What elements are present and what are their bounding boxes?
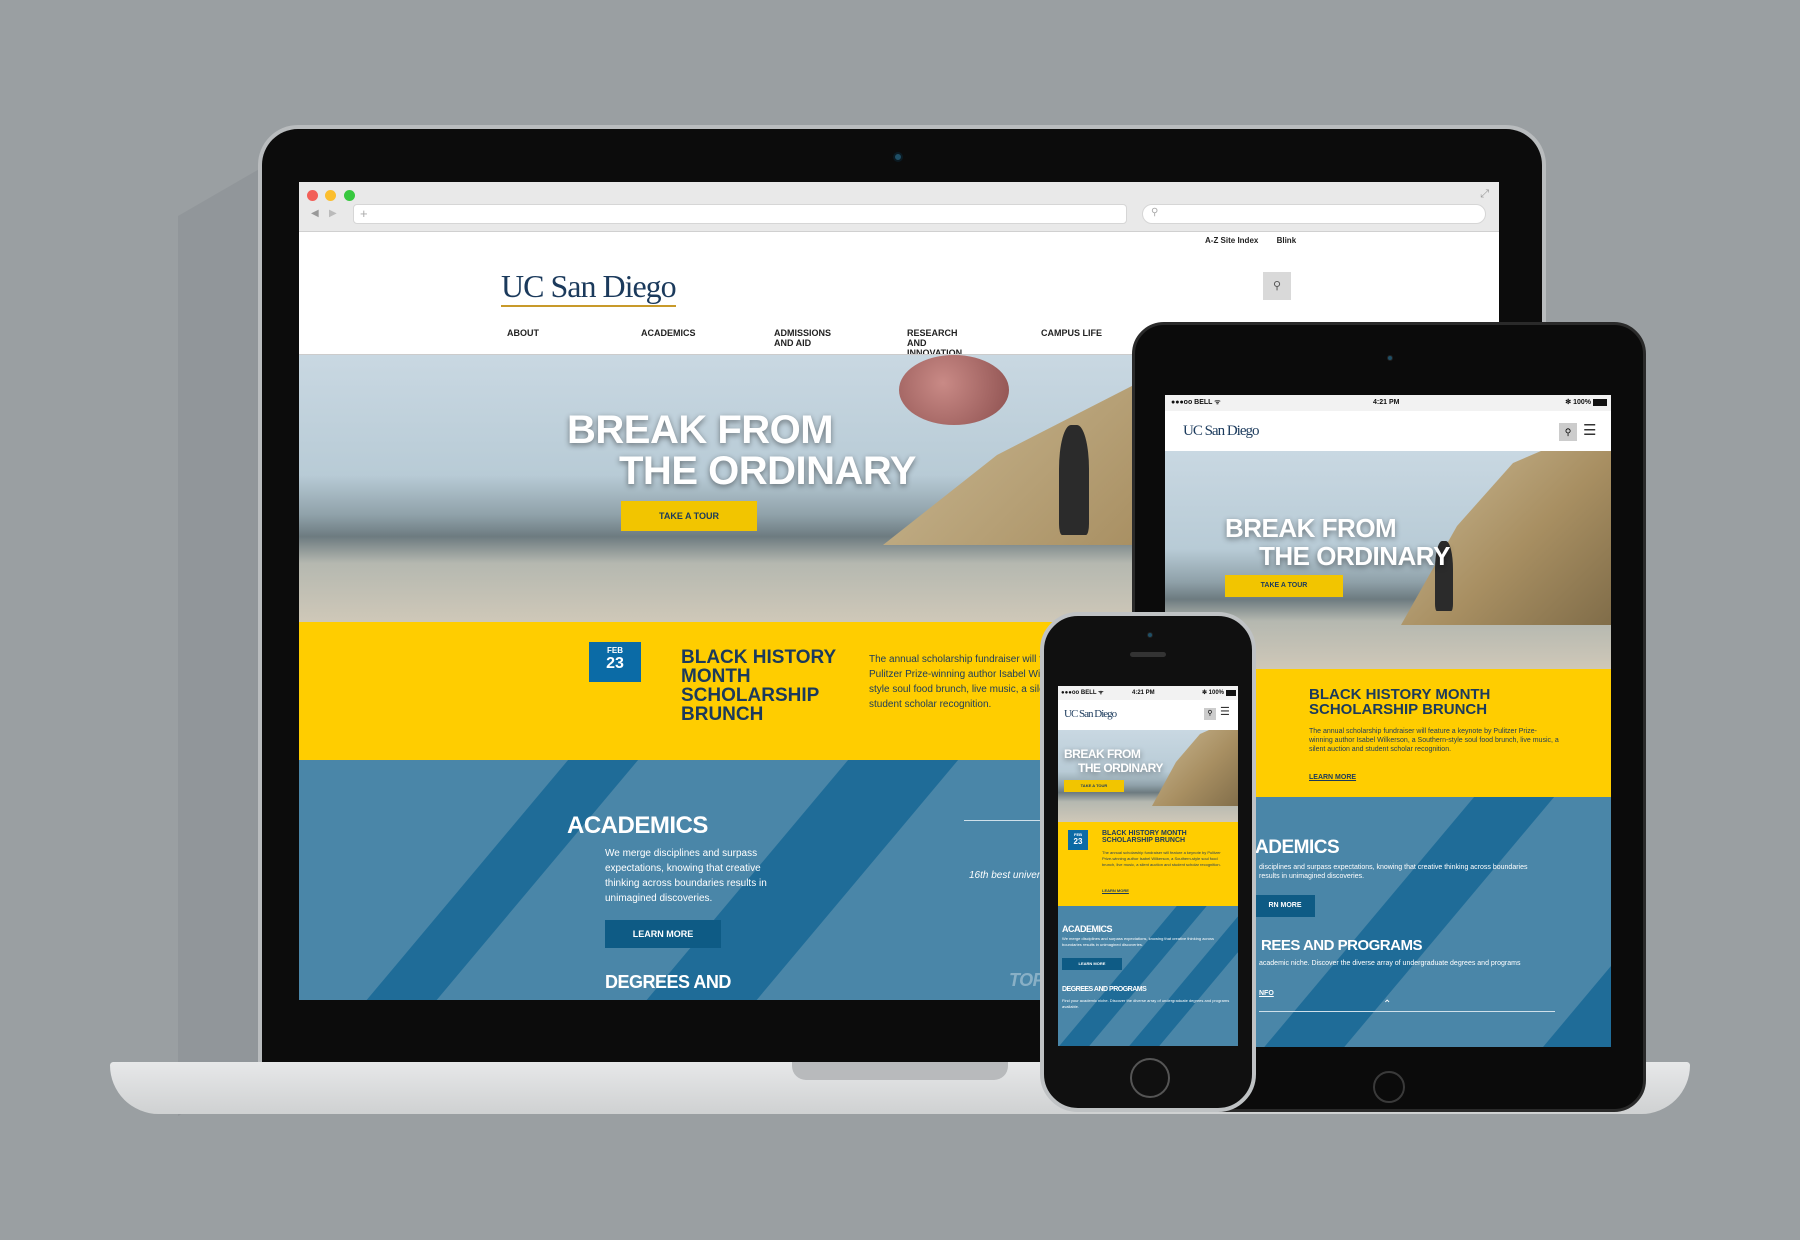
tablet-learn-more-link[interactable]: LEARN MORE [1309, 773, 1356, 782]
tablet-academics-title: ADEMICS [1255, 837, 1340, 858]
forward-arrow-icon[interactable]: ▶ [329, 208, 337, 219]
hero-headline-line1: BREAK FROM [567, 408, 834, 452]
degrees-title: DEGREES AND [605, 972, 731, 992]
phone-search-button[interactable]: ⚲ [1204, 708, 1216, 720]
phone-headline-line2: THE ORDINARY [1078, 761, 1163, 775]
menu-icon[interactable]: ☰ [1583, 421, 1596, 439]
phone-camera [1147, 632, 1153, 638]
chevron-up-icon[interactable]: ⌃ [1383, 999, 1391, 1010]
event-date-box: FEB 23 [589, 642, 641, 682]
hero-headline-line2: THE ORDINARY [619, 449, 916, 493]
decor-stripe [1247, 797, 1563, 1047]
ranking-text: 16th best univers [969, 870, 1046, 881]
tablet-event-desc: The annual scholarship fundraiser will f… [1309, 728, 1559, 753]
phone-academics-learn-more[interactable]: LEARN MORE [1062, 958, 1122, 970]
tablet-logo[interactable]: UC San Diego [1183, 423, 1259, 440]
nav-admissions[interactable]: ADMISSIONS AND AID [774, 328, 834, 348]
phone-event-title[interactable]: BLACK HISTORY MONTH SCHOLARSHIP BRUNCH [1102, 830, 1187, 844]
tablet-degrees-title: REES AND PROGRAMS [1261, 937, 1422, 954]
tablet-status-bar: ●●●oo BELL ᯤ 4:21 PM ✻ 100% [1165, 395, 1611, 411]
tablet-divider [1259, 1011, 1555, 1012]
header-search-button[interactable]: ⚲ [1263, 272, 1291, 300]
nav-about[interactable]: ABOUT [507, 328, 539, 338]
take-a-tour-button[interactable]: TAKE A TOUR [621, 501, 757, 531]
tablet-event-title[interactable]: BLACK HISTORY MONTH SCHOLARSHIP BRUNCH [1309, 687, 1490, 717]
tablet-degrees-text: academic niche. Discover the diverse arr… [1259, 960, 1521, 967]
event-month: FEB [607, 646, 623, 655]
tablet-search-button[interactable]: ⚲ [1559, 423, 1577, 441]
academics-title: ACADEMICS [567, 812, 708, 839]
phone-device: ●●●oo BELL ᯤ 4:21 PM ✻ 100% UC San Diego… [1040, 612, 1256, 1112]
phone-home-button[interactable] [1130, 1058, 1170, 1098]
laptop-camera [893, 152, 903, 162]
phone-logo[interactable]: UC San Diego [1064, 708, 1117, 720]
event-title[interactable]: BLACK HISTORY MONTH SCHOLARSHIP BRUNCH [681, 648, 836, 724]
tablet-info-link[interactable]: NFO [1259, 989, 1274, 998]
minimize-dot[interactable] [325, 190, 337, 201]
back-arrow-icon[interactable]: ◀ [311, 208, 319, 219]
search-icon: ⚲ [1207, 710, 1213, 717]
phone-hero: BREAK FROM THE ORDINARY TAKE A TOUR [1058, 730, 1238, 822]
phone-event-desc: The annual scholarship fundraiser will f… [1102, 850, 1221, 867]
decor-stripe [1501, 897, 1611, 1047]
browser-chrome: ⤢ ◀ ▶ + ⚲ [299, 182, 1499, 232]
phone-event-date-box: FEB 23 [1068, 830, 1088, 850]
battery-icon [1226, 690, 1236, 696]
phone-academics-text: We merge disciplines and surpass expecta… [1062, 936, 1215, 947]
battery-icon [1593, 399, 1607, 406]
decor-stripe [341, 760, 647, 1000]
phone-academics-section: ACADEMICS We merge disciplines and surpa… [1058, 906, 1238, 1046]
hero-runner-image [1059, 425, 1089, 535]
window-controls [307, 188, 355, 206]
phone-learn-more-link[interactable]: LEARN MORE [1102, 888, 1129, 893]
tablet-headline-line1: BREAK FROM [1225, 513, 1397, 543]
tablet-camera [1387, 355, 1393, 361]
phone-degrees-text: Find your academic niche. Discover the d… [1062, 998, 1230, 1009]
laptop-shadow [178, 164, 268, 1116]
event-description: The annual scholarship fundraiser will f… [869, 654, 1048, 710]
nav-campus-life[interactable]: CAMPUS LIFE [1041, 328, 1102, 338]
tablet-home-button[interactable] [1373, 1071, 1405, 1103]
search-icon: ⚲ [1272, 280, 1282, 292]
ranking-divider [964, 820, 1044, 821]
laptop-notch [792, 1062, 1008, 1080]
phone-status-bar: ●●●oo BELL ᯤ 4:21 PM ✻ 100% [1058, 686, 1238, 700]
tablet-academics-text: disciplines and surpass expectations, kn… [1259, 864, 1528, 880]
browser-search-bar[interactable]: ⚲ [1142, 204, 1486, 224]
util-link-az[interactable]: A-Z Site Index [1205, 236, 1258, 245]
phone-academics-title: ACADEMICS [1062, 924, 1113, 934]
academics-learn-more-button[interactable]: LEARN MORE [605, 920, 721, 948]
phone-speaker [1130, 652, 1166, 657]
hero-octopus-image [899, 355, 1009, 425]
top-label: TOP [1009, 970, 1045, 990]
academics-text: We merge disciplines and surpass expecta… [605, 848, 767, 904]
page: { "site": { "logo": "UC San Diego", "uti… [0, 0, 1800, 1240]
phone-degrees-title: DEGREES AND PROGRAMS [1062, 986, 1147, 993]
util-link-blink[interactable]: Blink [1277, 236, 1297, 245]
site-logo[interactable]: UC San Diego [501, 268, 677, 307]
phone-event-section: FEB 23 BLACK HISTORY MONTH SCHOLARSHIP B… [1058, 822, 1238, 906]
utility-links: A-Z Site Index Blink [1205, 236, 1296, 245]
nav-academics[interactable]: ACADEMICS [641, 328, 696, 338]
phone-headline-line1: BREAK FROM [1064, 747, 1141, 761]
tablet-headline-line2: THE ORDINARY [1259, 541, 1450, 571]
address-bar[interactable]: + [353, 204, 1127, 224]
menu-icon[interactable]: ☰ [1220, 705, 1230, 718]
search-icon: ⚲ [1564, 427, 1572, 437]
search-icon: ⚲ [1151, 207, 1159, 218]
maximize-dot[interactable] [343, 190, 355, 201]
phone-screen: ●●●oo BELL ᯤ 4:21 PM ✻ 100% UC San Diego… [1058, 686, 1238, 1046]
plus-icon[interactable]: + [360, 206, 368, 221]
tablet-academics-learn-more[interactable]: RN MORE [1255, 895, 1315, 917]
tablet-take-a-tour-button[interactable]: TAKE A TOUR [1225, 575, 1343, 597]
event-day: 23 [606, 655, 624, 672]
close-dot[interactable] [307, 190, 318, 201]
expand-icon[interactable]: ⤢ [1480, 188, 1489, 201]
phone-take-a-tour-button[interactable]: TAKE A TOUR [1064, 780, 1124, 792]
